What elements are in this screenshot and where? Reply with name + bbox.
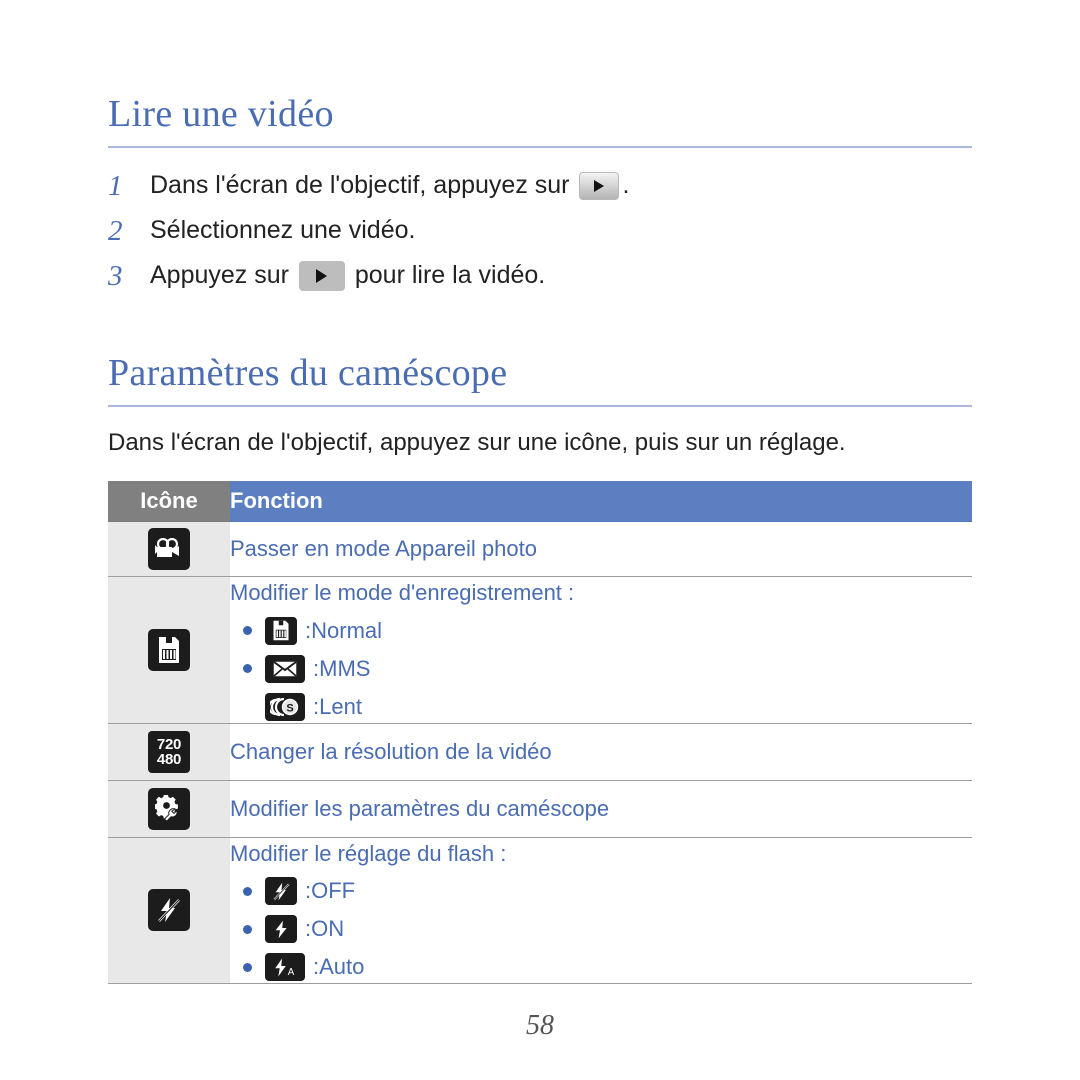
function-label: Modifier les paramètres du caméscope: [230, 795, 610, 821]
list-item: : ON: [230, 913, 972, 945]
icon-cell: 720 480: [108, 723, 230, 781]
sub-option-label: ON: [311, 916, 345, 942]
step-text: Dans l'écran de l'objectif, appuyez sur …: [150, 170, 629, 201]
icon-cell: [108, 521, 230, 577]
step-text-before: Dans l'écran de l'objectif, appuyez sur: [150, 171, 577, 200]
step-number: 1: [108, 169, 123, 202]
bullet-icon: [243, 924, 252, 934]
page-number: 58: [526, 1010, 554, 1041]
flash-on-icon: [265, 915, 297, 944]
section-camcorder-settings: Paramètres du caméscope Dans l'écran de …: [108, 303, 972, 985]
sub-option-label: OFF: [311, 878, 356, 904]
function-label: Modifier le mode d'enregistrement :: [230, 580, 575, 605]
table-row: Passer en mode Appareil photo: [108, 521, 972, 577]
icon-cell: [108, 780, 230, 838]
column-header-icon: Icône: [108, 481, 230, 522]
heading-divider: [108, 146, 972, 148]
section-title: Paramètres du caméscope: [108, 352, 508, 394]
play-triangle-icon: [316, 269, 328, 283]
step-text: Sélectionnez une vidéo.: [150, 215, 415, 246]
table-row: 720 480 Changer la résolution de la vidé…: [108, 723, 972, 781]
resolution-top-value: 720: [156, 735, 182, 753]
resolution-720-480-icon: 720 480: [148, 730, 190, 773]
camcorder-settings-gear-icon: [148, 787, 190, 830]
play-icon[interactable]: [298, 261, 345, 291]
list-item: 1 Dans l'écran de l'objectif, appuyez su…: [108, 168, 972, 204]
step-text-after: .: [622, 171, 630, 200]
section-play-video: Lire une vidéo 1 Dans l'écran de l'objec…: [108, 0, 972, 294]
list-item: 3 Appuyez sur pour lire la vidéo.: [108, 258, 972, 294]
flash-auto-icon: A: [265, 953, 305, 982]
table-header-row: Icône Fonction: [108, 481, 972, 522]
svg-text:S: S: [286, 702, 293, 714]
svg-text:A: A: [288, 967, 295, 978]
slow-motion-icon: S: [265, 692, 305, 721]
step-number: 2: [108, 214, 123, 247]
icon-cell: [108, 837, 230, 985]
column-header-function: Fonction: [230, 481, 972, 522]
list-item: S : Lent: [230, 691, 972, 723]
list-item: A : Auto: [230, 951, 972, 983]
resolution-bottom-value: 480: [156, 750, 182, 768]
bullet-icon: [243, 626, 252, 636]
icon-cell: [108, 576, 230, 724]
sub-option-label: Auto: [319, 954, 365, 980]
page-title: Lire une vidéo: [108, 93, 334, 135]
step-text-before: Appuyez sur: [150, 261, 296, 290]
table-row: Modifier les paramètres du caméscope: [108, 780, 972, 838]
function-cell: Modifier le réglage du flash :: OFF: O…: [230, 837, 972, 985]
flash-off-icon: [265, 877, 297, 906]
mms-envelope-icon: [265, 654, 305, 683]
bullet-icon: [243, 886, 252, 896]
recording-mode-icon: [148, 628, 190, 671]
sub-options-list: : OFF : ON A: Auto: [230, 875, 972, 983]
function-cell: Modifier le mode d'enregistrement :: No…: [230, 576, 972, 724]
function-cell: Passer en mode Appareil photo: [230, 521, 972, 577]
document-page: Lire une vidéo 1 Dans l'écran de l'objec…: [0, 0, 1080, 1080]
function-cell: Modifier les paramètres du caméscope: [230, 780, 972, 838]
sub-option-label: MMS: [319, 655, 371, 681]
recording-mode-normal-icon: [265, 616, 297, 645]
bullet-icon: [243, 664, 252, 674]
bullet-icon: [243, 962, 252, 972]
step-text-before: Sélectionnez une vidéo.: [150, 216, 416, 245]
function-label: Passer en mode Appareil photo: [230, 536, 537, 562]
settings-table: Icône Fonction Passer en mode Appareil p…: [108, 481, 972, 985]
flash-off-icon: [148, 889, 190, 932]
sub-option-label: Lent: [319, 693, 362, 719]
play-icon[interactable]: [579, 172, 620, 200]
play-triangle-icon: [594, 180, 605, 192]
list-item: : Normal: [230, 615, 972, 647]
function-cell: Changer la résolution de la vidéo: [230, 723, 972, 781]
intro-paragraph: Dans l'écran de l'objectif, appuyez sur …: [108, 429, 846, 456]
step-text: Appuyez sur pour lire la vidéo.: [150, 260, 545, 291]
list-item: 2 Sélectionnez une vidéo.: [108, 213, 972, 249]
step-number: 3: [108, 259, 123, 292]
function-label: Modifier le réglage du flash :: [230, 840, 507, 866]
sub-options-list: : Normal: MMS S: Lent: [230, 615, 972, 723]
steps-list: 1 Dans l'écran de l'objectif, appuyez su…: [108, 168, 972, 294]
function-label: Changer la résolution de la vidéo: [230, 738, 552, 764]
list-item: : MMS: [230, 653, 972, 685]
step-text-after: pour lire la vidéo.: [347, 261, 546, 290]
heading-divider: [108, 405, 972, 407]
list-item: : OFF: [230, 875, 972, 907]
camcorder-icon: [148, 528, 190, 570]
table-row: Modifier le réglage du flash :: OFF: O…: [108, 837, 972, 985]
sub-option-label: Normal: [311, 617, 383, 643]
table-row: Modifier le mode d'enregistrement :: No…: [108, 576, 972, 724]
